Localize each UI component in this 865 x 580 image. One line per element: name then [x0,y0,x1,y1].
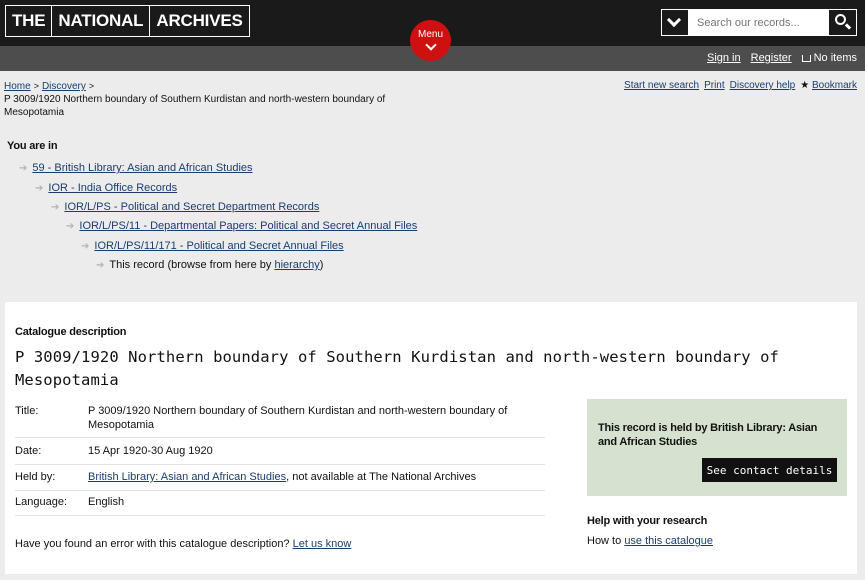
see-contact-details-button[interactable]: See contact details [702,458,837,482]
help-heading: Help with your research [587,515,708,527]
field-title-key: Title: [15,405,39,417]
chevron-right-icon: > [88,81,95,91]
sign-in-link[interactable]: Sign in [707,52,741,64]
arrow-right-icon: ➔ [96,260,105,271]
arrow-right-icon: ➔ [66,221,75,232]
error-prompt: Have you found an error with this catalo… [15,538,290,550]
arrow-right-icon: ➔ [51,202,60,213]
error-report: Have you found an error with this catalo… [15,538,351,550]
catalogue-description-label: Catalogue description [15,326,127,338]
hierarchy-item-5[interactable]: IOR/L/PS/11/171 - Political and Secret A… [94,240,343,252]
this-record-prefix: This record (browse from here by [109,259,275,271]
use-this-catalogue-link[interactable]: use this catalogue [624,535,713,547]
register-link[interactable]: Register [751,52,792,64]
held-by-link[interactable]: British Library: Asian and African Studi… [88,471,286,483]
field-title: Title: P 3009/1920 Northern boundary of … [15,404,545,438]
help-text: How to use this catalogue [587,535,713,547]
held-by-box: This record is held by British Library: … [587,399,847,496]
search-button[interactable] [829,10,856,35]
logo-word-1: THE [6,6,53,36]
hierarchy-item-2[interactable]: IOR - India Office Records [48,182,177,194]
held-by-suffix: , not available at The National Archives [286,471,477,483]
breadcrumb: Home > Discovery > P 3009/1920 Northern bou… [4,80,424,119]
field-held-key: Held by: [15,471,56,483]
breadcrumb-home[interactable]: Home [4,81,31,92]
field-date-key: Date: [15,445,42,457]
tna-logo[interactable]: THE NATIONAL ARCHIVES [5,5,250,37]
record-toolbar: Start new search Print Discovery help ★ … [624,80,857,91]
cart-link[interactable]: No items [801,52,857,64]
start-new-search-link[interactable]: Start new search [624,80,699,91]
chevron-right-icon: > [33,81,39,91]
record-card: Catalogue description P 3009/1920 Northe… [5,302,857,574]
hierarchy-item-1[interactable]: 59 - British Library: Asian and African … [32,162,252,174]
search-icon [835,14,846,25]
you-are-in-heading: You are in [7,140,58,152]
arrow-right-icon: ➔ [81,241,90,252]
hierarchy-item-3[interactable]: IOR/L/PS - Political and Secret Departme… [64,201,319,213]
discovery-help-link[interactable]: Discovery help [730,80,796,91]
hierarchy-item-4[interactable]: IOR/L/PS/11 - Departmental Papers: Polit… [79,220,417,232]
field-held-by: Held by: British Library: Asian and Afri… [15,470,545,491]
logo-word-3: ARCHIVES [156,11,243,30]
help-prefix: How to [587,535,622,547]
print-link[interactable]: Print [704,80,725,91]
let-us-know-link[interactable]: Let us know [293,538,352,550]
field-date: Date: 15 Apr 1920-30 Aug 1920 [15,444,545,465]
search-input[interactable] [689,10,829,35]
field-language: Language: English [15,495,545,516]
breadcrumb-discovery[interactable]: Discovery [42,81,86,92]
chevron-down-icon [666,12,682,28]
cart-icon [801,55,811,62]
logo-word-2: NATIONAL [52,6,151,36]
breadcrumb-current: P 3009/1920 Northern boundary of Souther… [4,94,386,118]
chevron-down-icon [424,39,437,51]
arrow-right-icon: ➔ [19,163,28,174]
search-bar [661,9,857,36]
field-date-value: 15 Apr 1920-30 Aug 1920 [88,445,213,457]
search-scope-dropdown[interactable] [662,10,689,35]
arrow-right-icon: ➔ [35,183,44,194]
this-record-suffix: ) [319,259,324,271]
held-by-text: This record is held by British Library: … [598,422,818,448]
hierarchy-link[interactable]: hierarchy [274,259,319,271]
bookmark-link[interactable]: Bookmark [812,80,857,91]
field-language-value: English [88,496,125,508]
menu-button[interactable]: Menu [410,20,451,61]
field-title-value: P 3009/1920 Northern boundary of Souther… [88,405,508,431]
record-title: P 3009/1920 Northern boundary of Souther… [15,348,779,389]
cart-label: No items [813,52,857,64]
field-language-key: Language: [15,496,67,508]
star-icon: ★ [800,80,810,91]
